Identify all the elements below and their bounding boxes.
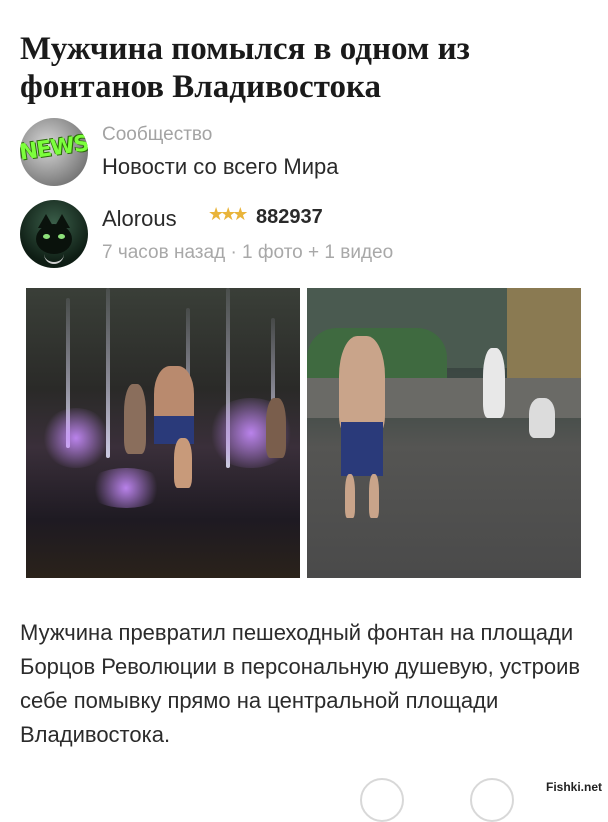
fountain-splash: [86, 468, 166, 508]
person-figure: [124, 384, 146, 454]
cat-eye-left: [43, 234, 50, 239]
post-video[interactable]: [307, 288, 581, 578]
post-meta: 7 часов назад · 1 фото + 1 видео: [102, 242, 394, 263]
cat-chain: [44, 252, 64, 264]
man-leg: [345, 474, 355, 518]
rating-stars-icon: ★★★: [208, 204, 248, 224]
community-avatar[interactable]: NEWS: [20, 118, 88, 186]
background-building: [507, 288, 581, 378]
post-title: Мужчина помылся в одном из фонтанов Влад…: [20, 31, 470, 105]
person-figure: [266, 398, 286, 458]
author-avatar[interactable]: [20, 200, 88, 268]
action-button[interactable]: [470, 778, 514, 822]
author-name[interactable]: Alorous: [102, 206, 177, 232]
community-row[interactable]: NEWS Сообщество Новости со всего Мира: [20, 118, 588, 188]
person-sitting: [529, 398, 555, 438]
action-button[interactable]: [360, 778, 404, 822]
man-leg: [369, 474, 379, 518]
post-caption: Мужчина превратил пешеходный фонтан на п…: [20, 620, 581, 747]
man-figure: [339, 336, 385, 436]
cat-head: [36, 224, 72, 254]
post-photo[interactable]: [26, 288, 300, 578]
cat-eye-right: [58, 234, 65, 239]
author-rating: 882937: [256, 206, 323, 228]
news-logo-text: NEWS: [20, 131, 88, 166]
community-name[interactable]: Новости со всего Мира: [102, 154, 339, 180]
community-label: Сообщество: [102, 124, 213, 145]
fountain-splash: [41, 408, 111, 468]
man-shorts: [341, 422, 383, 476]
watermark: Fishki.net: [545, 780, 602, 794]
person-figure: [483, 348, 505, 418]
author-row[interactable]: Alorous ★★★ 882937 7 часов назад · 1 фот…: [20, 200, 588, 270]
child-figure: [174, 438, 192, 488]
